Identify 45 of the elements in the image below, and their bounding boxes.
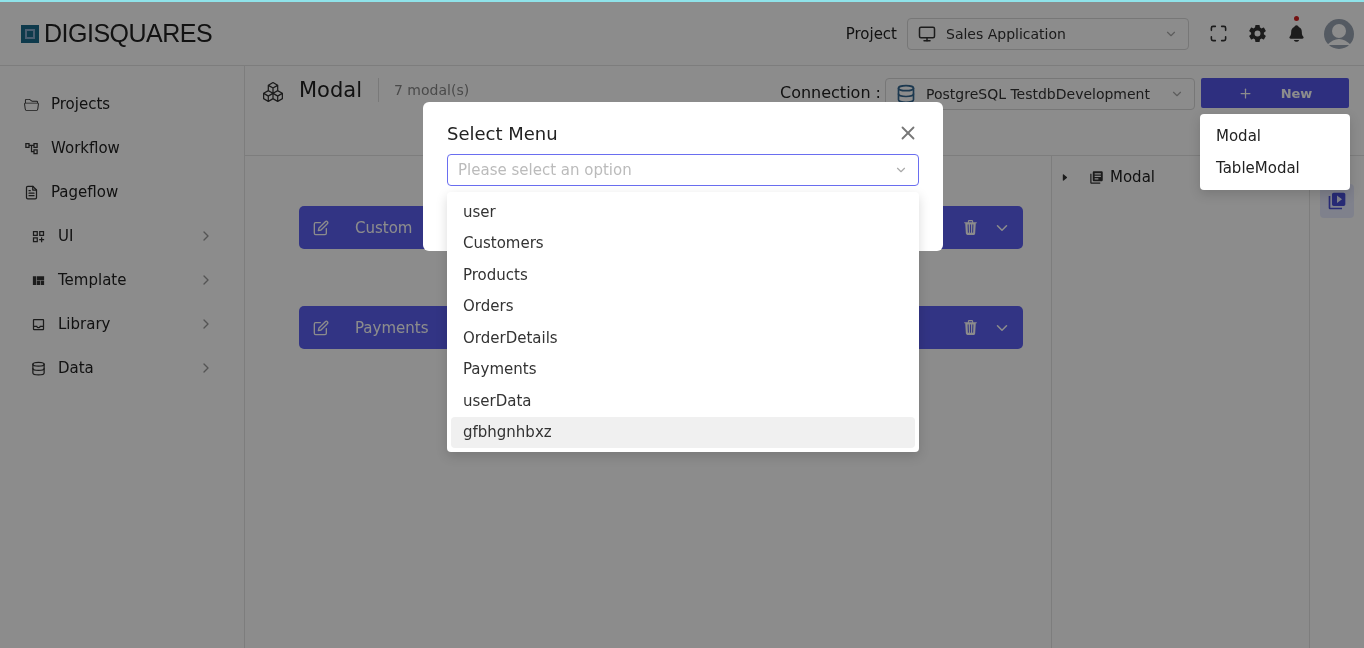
- page-title: Modal: [299, 78, 379, 102]
- sidebar-item[interactable]: Library: [0, 302, 244, 346]
- sidebar-icon: [24, 184, 39, 200]
- dropdown-option[interactable]: user: [451, 196, 915, 228]
- logo-text: DIGISQUARES: [44, 19, 213, 48]
- dropdown-option[interactable]: Products: [451, 259, 915, 291]
- monitor-icon: [918, 24, 936, 43]
- new-button[interactable]: New: [1201, 78, 1349, 108]
- caret-right-icon[interactable]: [1060, 172, 1069, 182]
- sidebar-item[interactable]: Projects: [0, 82, 244, 126]
- delete-icon[interactable]: [962, 319, 979, 336]
- sidebar-item[interactable]: Workflow: [0, 126, 244, 170]
- dropdown-option[interactable]: userData: [451, 385, 915, 417]
- dialog-title: Select Menu: [447, 122, 558, 144]
- sidebar-item[interactable]: UI: [0, 214, 244, 258]
- copy-icon: [1089, 169, 1104, 185]
- sidebar-icon: [24, 140, 39, 156]
- avatar-icon[interactable]: [1324, 18, 1354, 49]
- cube-icon: [263, 82, 283, 102]
- project-select[interactable]: Sales Application: [907, 17, 1189, 50]
- sidebar-item[interactable]: Template: [0, 258, 244, 302]
- dropdown-option[interactable]: Payments: [451, 353, 915, 385]
- dropdown-option[interactable]: gfbhgnhbxz: [451, 416, 915, 448]
- project-label: Project: [845, 24, 897, 43]
- modal-count: 7 modal(s): [394, 82, 470, 98]
- fullscreen-button[interactable]: [1209, 24, 1228, 43]
- menu-item[interactable]: TableModal: [1200, 152, 1350, 184]
- edit-icon[interactable]: [313, 219, 329, 236]
- sidebar-icon: [31, 360, 46, 376]
- tree-label: Modal: [1110, 168, 1155, 186]
- connection-label: Connection :: [780, 83, 881, 102]
- dropdown-option[interactable]: Customers: [451, 227, 915, 259]
- plus-icon: [1237, 85, 1253, 101]
- delete-icon[interactable]: [962, 219, 979, 236]
- connection-select[interactable]: PostgreSQL TestdbDevelopment: [885, 78, 1195, 110]
- menu-item[interactable]: Modal: [1200, 120, 1350, 152]
- edit-icon[interactable]: [313, 319, 329, 336]
- settings-button[interactable]: [1248, 24, 1267, 43]
- sidebar-icon: [31, 228, 46, 244]
- sidebar-icon: [31, 316, 46, 332]
- sidebar-icon: [24, 96, 39, 112]
- database-icon: [896, 84, 916, 104]
- logo-icon: [20, 23, 40, 44]
- sidebar-item[interactable]: Pageflow: [0, 170, 244, 214]
- sidebar-item[interactable]: Data: [0, 346, 244, 390]
